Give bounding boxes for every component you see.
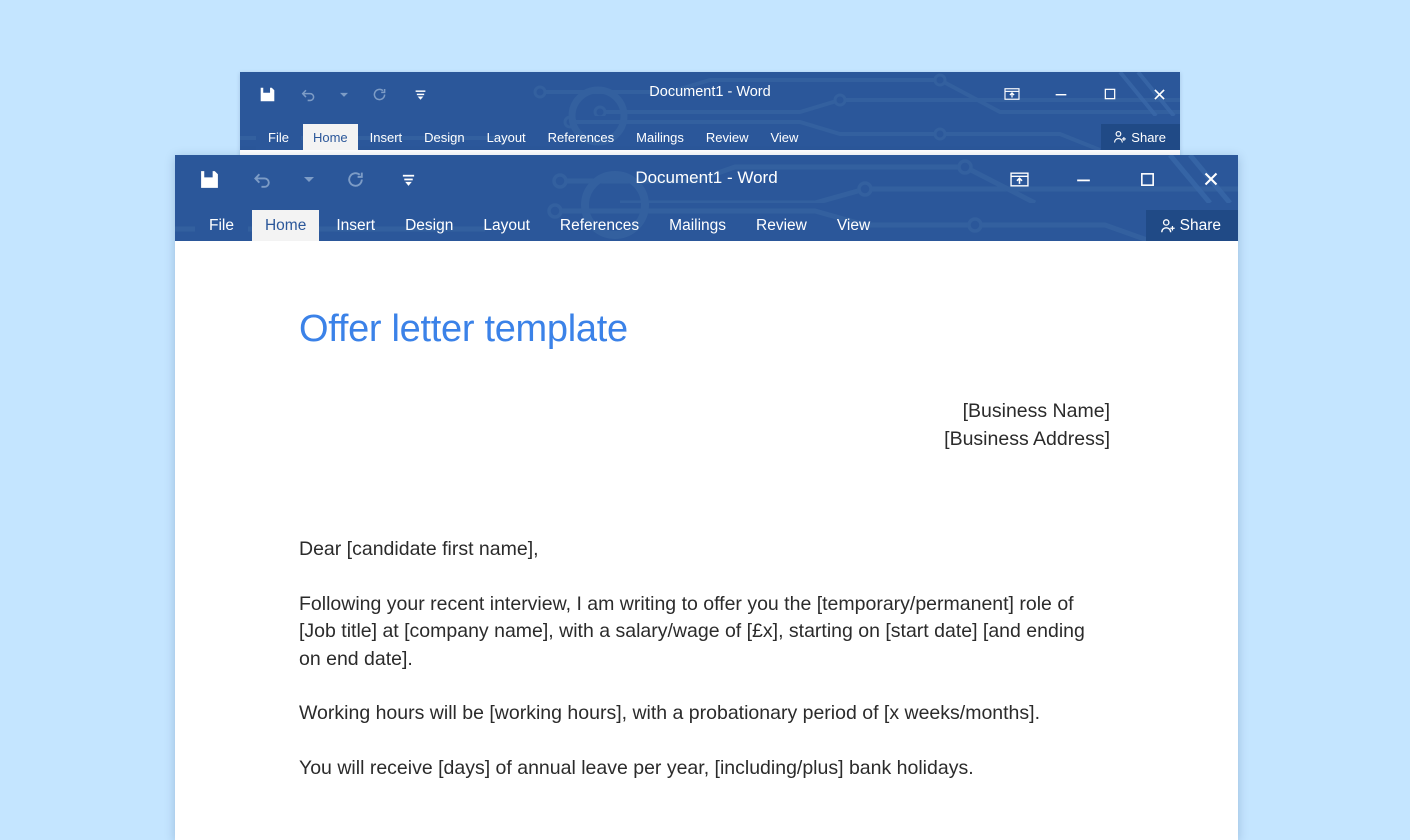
letter-paragraph: Working hours will be [working hours], w… [299,702,1040,724]
letter-paragraph: You will receive [days] of annual leave … [299,756,974,779]
minimize-icon[interactable] [1050,83,1072,105]
share-person-icon [1114,130,1127,143]
ribbon-display-options-icon[interactable] [1006,166,1032,192]
tab-home[interactable]: Home [251,210,320,241]
tab-layout[interactable]: Layout [477,124,536,150]
tab-label: View [836,216,871,234]
tab-label: Home [312,129,348,145]
share-button[interactable]: Share [1145,210,1238,241]
tab-mailings[interactable]: Mailings [626,124,694,150]
window-controls[interactable] [1006,155,1224,203]
tab-mailings[interactable]: Mailings [656,210,739,241]
word-window-foreground[interactable]: Document1 - Word File Home Insert Design… [175,155,1238,840]
tab-label: References [559,216,640,234]
document-page[interactable]: Offer letter template [Business Name] [Bu… [175,241,1238,840]
tab-label: Insert [369,129,403,145]
restore-icon[interactable] [1134,166,1160,192]
ribbon-tab-row[interactable]: File Home Insert Design Layout References Mail… [175,203,1238,241]
tab-layout[interactable]: Layout [470,210,543,241]
share-button[interactable]: Share [1101,124,1180,150]
tab-design[interactable]: Design [414,124,474,150]
restore-icon[interactable] [1099,83,1121,105]
close-icon[interactable] [1198,166,1224,192]
tab-label: Insert [336,216,376,234]
tab-file[interactable]: File [195,210,248,241]
tab-label: File [209,216,234,234]
tab-references[interactable]: References [538,124,624,150]
tab-label: Mailings [669,216,727,234]
tab-design[interactable]: Design [392,210,466,241]
ribbon-display-options-icon[interactable] [1001,83,1023,105]
tab-label: Layout [486,129,526,145]
tab-review[interactable]: Review [743,210,820,241]
tab-file[interactable]: File [256,124,301,150]
letter-paragraph: Following your recent interview, I am wr… [299,592,1085,670]
tab-label: Mailings [636,129,684,145]
tab-view[interactable]: View [824,210,883,241]
share-label: Share [1179,216,1221,234]
close-icon[interactable] [1148,83,1170,105]
ribbon-tab-row[interactable]: File Home Insert Design Layout References Mail… [240,116,1180,150]
page-title: Offer letter template [299,308,628,350]
window-controls[interactable] [1001,72,1170,116]
tab-label: Home [264,216,307,234]
address-line: [Business Address] [944,428,1110,450]
title-bar[interactable]: Document1 - Word [240,72,1180,116]
tab-review[interactable]: Review [696,124,759,150]
business-address-block: [Business Name] [Business Address] [944,397,1110,453]
tab-insert[interactable]: Insert [323,210,388,241]
tab-label: File [268,129,289,145]
tab-home[interactable]: Home [302,124,358,150]
desktop-background: Document1 - Word File Home Insert Design… [0,0,1410,840]
tab-label: Review [705,129,749,145]
tab-view[interactable]: View [760,124,808,150]
minimize-icon[interactable] [1070,166,1096,192]
tab-label: Review [756,216,807,234]
tab-label: Design [405,216,454,234]
tab-label: Layout [483,216,530,234]
tab-insert[interactable]: Insert [360,124,413,150]
letter-paragraph: Dear [candidate first name], [299,538,539,560]
tab-references[interactable]: References [547,210,652,241]
share-person-icon [1160,218,1175,232]
address-line: [Business Name] [962,400,1110,422]
tab-label: View [770,129,799,145]
tab-label: Design [424,129,465,145]
letter-body: Dear [candidate first name], Following yo… [299,536,1099,782]
tab-label: References [547,129,615,145]
title-bar[interactable]: Document1 - Word [175,155,1238,203]
share-label: Share [1131,129,1166,145]
